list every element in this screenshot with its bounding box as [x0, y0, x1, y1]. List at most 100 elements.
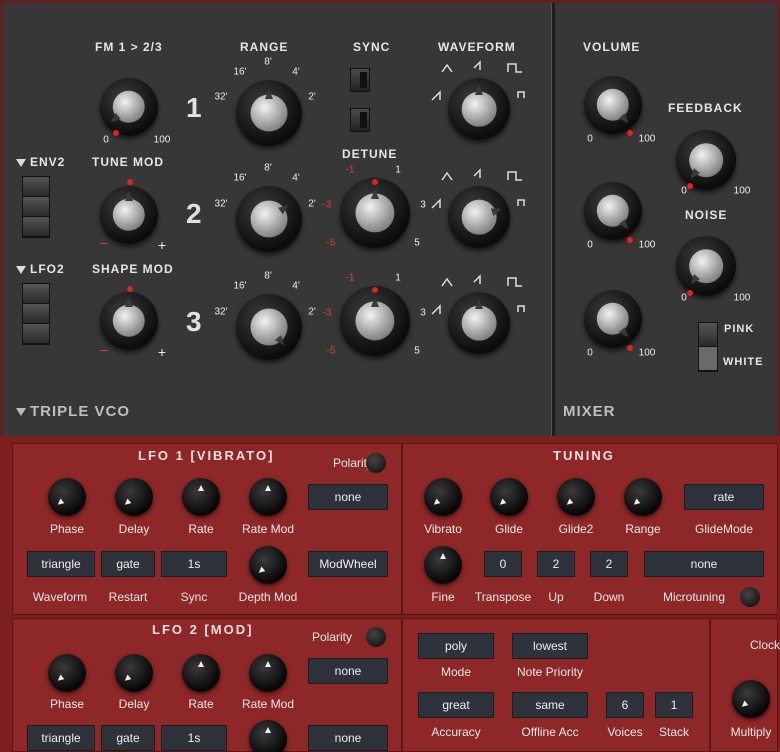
detune2-m5: -5 [326, 237, 336, 249]
lfo2-polarity-toggle[interactable] [366, 627, 386, 647]
vol2-min: 0 [587, 239, 593, 251]
mode-label: Mode [440, 665, 472, 679]
range-knob-1[interactable] [236, 80, 302, 146]
transpose-label: Transpose [474, 590, 532, 604]
osc1-number: 1 [186, 92, 202, 123]
lfo1-sync-select[interactable]: 1s [161, 551, 227, 577]
detune3-indicator [372, 287, 378, 293]
accuracy-label: Accuracy [431, 725, 481, 739]
range3-2: 2' [308, 306, 316, 318]
feedback-max: 100 [733, 185, 751, 197]
vol1-max: 100 [638, 133, 656, 145]
lfo1-rate-knob[interactable] [182, 478, 220, 516]
detune-knob-2[interactable] [340, 178, 410, 248]
accuracy-select[interactable]: great [418, 692, 494, 718]
down-label: Down [593, 590, 625, 604]
detune2-indicator [372, 179, 378, 185]
lfo1-restart-select[interactable]: gate [101, 551, 155, 577]
detune3-m3: -3 [322, 307, 332, 319]
vibrato-knob[interactable] [424, 478, 462, 516]
triple-vco-title[interactable]: TRIPLE VCO [16, 403, 130, 420]
tune-mod-label: TUNE MOD [92, 155, 164, 169]
range-label-tuning: Range [625, 522, 661, 536]
mode-select[interactable]: poly [418, 633, 494, 659]
microtuning-select[interactable]: none [644, 551, 764, 577]
transpose-field[interactable]: 0 [484, 551, 522, 577]
voices-field[interactable]: 6 [606, 692, 644, 718]
tuning-title: TUNING [553, 448, 615, 463]
panel-divider [551, 3, 555, 439]
glide2-label: Glide2 [558, 522, 594, 536]
lfo1-waveform-select[interactable]: triangle [27, 551, 95, 577]
lfo1-depthmod-knob[interactable] [249, 546, 287, 584]
glide2-knob[interactable] [557, 478, 595, 516]
offline-acc-select[interactable]: same [512, 692, 588, 718]
lfo2-phase-label: Phase [49, 697, 85, 711]
lfo2-sync-select[interactable]: 1s [161, 725, 227, 751]
noise-knob[interactable] [676, 236, 736, 296]
range1-2: 2' [308, 91, 316, 103]
env2-switch[interactable] [22, 176, 50, 238]
fine-knob[interactable] [424, 546, 462, 584]
detune-label: DETUNE [342, 147, 398, 161]
microtuning-toggle[interactable] [740, 587, 760, 607]
lfo2-waveform-select[interactable]: triangle [27, 725, 95, 751]
lfo1-phase-label: Phase [49, 522, 85, 536]
lfo2-depthmod-knob[interactable] [249, 720, 287, 752]
note-priority-select[interactable]: lowest [512, 633, 588, 659]
range1-4: 4' [292, 66, 300, 78]
lfo2-phase-knob[interactable] [48, 654, 86, 692]
lfo1-ratemod-knob[interactable] [249, 478, 287, 516]
lfo2-ratemod-knob[interactable] [249, 654, 287, 692]
lfo2-polarity-select[interactable]: none [308, 658, 388, 684]
lfo1-delay-label: Delay [118, 522, 150, 536]
tune-mod-minus: − [99, 235, 109, 251]
noise-color-switch[interactable] [698, 322, 718, 372]
fm-indicator [113, 130, 119, 136]
vol2-max: 100 [638, 239, 656, 251]
sync-switch-2[interactable] [350, 108, 370, 132]
lfo1-polarity-toggle[interactable] [366, 453, 386, 473]
env2-label[interactable]: ENV2 [16, 155, 65, 169]
lfo2-modsource-select[interactable]: none [308, 725, 388, 751]
volume-knob-3[interactable] [584, 290, 642, 348]
feedback-knob[interactable] [676, 130, 736, 190]
detune2-m3: -3 [322, 199, 332, 211]
lfo2-restart-select[interactable]: gate [101, 725, 155, 751]
range-knob-3[interactable] [236, 294, 302, 360]
pink-label: PINK [724, 323, 755, 335]
lfo2-delay-knob[interactable] [115, 654, 153, 692]
volume3-indicator [627, 345, 633, 351]
range-knob[interactable] [624, 478, 662, 516]
lfo2-switch[interactable] [22, 283, 50, 345]
range2-16: 16' [233, 172, 247, 184]
glidemode-select[interactable]: rate [684, 484, 764, 510]
lfo2-label[interactable]: LFO2 [16, 262, 65, 276]
detune3-m1: -1 [345, 272, 355, 284]
sync-switch-1[interactable] [350, 68, 370, 92]
volume-knob-1[interactable] [584, 76, 642, 134]
shape-mod-knob[interactable] [100, 292, 158, 350]
down-field[interactable]: 2 [590, 551, 628, 577]
range-knob-2[interactable] [236, 186, 302, 252]
lfo1-polarity-select[interactable]: none [308, 484, 388, 510]
fm-knob[interactable] [100, 78, 158, 136]
volume-knob-2[interactable] [584, 182, 642, 240]
detune3-p5: 5 [414, 345, 420, 357]
up-field[interactable]: 2 [537, 551, 575, 577]
stack-field[interactable]: 1 [655, 692, 693, 718]
stack-label: Stack [658, 725, 690, 739]
tune-mod-plus: + [157, 237, 167, 253]
range3-4: 4' [292, 280, 300, 292]
multiply-knob[interactable] [732, 680, 770, 718]
range1-32: 32' [214, 91, 228, 103]
lfo1-modwheel-select[interactable]: ModWheel [308, 551, 388, 577]
tune-mod-knob[interactable] [100, 186, 158, 244]
lfo2-rate-knob[interactable] [182, 654, 220, 692]
lfo1-ratemod-label: Rate Mod [241, 522, 295, 536]
lfo1-phase-knob[interactable] [48, 478, 86, 516]
detune-knob-3[interactable] [340, 286, 410, 356]
detune2-p3: 3 [420, 199, 426, 211]
glide-knob[interactable] [490, 478, 528, 516]
lfo1-delay-knob[interactable] [115, 478, 153, 516]
